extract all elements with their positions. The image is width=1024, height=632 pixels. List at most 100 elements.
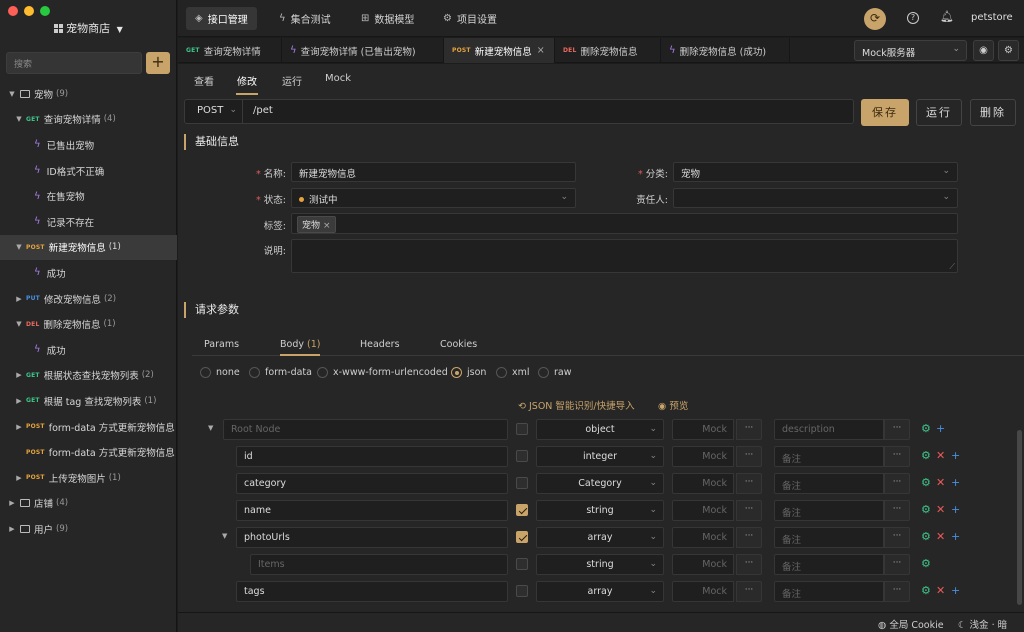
description-more-button[interactable]: ··· [884, 581, 910, 602]
name-input[interactable]: 新建宠物信息 [291, 162, 576, 182]
subtab-mock[interactable]: Mock [325, 73, 351, 84]
tab-headers[interactable]: Headers [360, 339, 400, 350]
global-cookie-button[interactable]: ◍ 全局 Cookie [878, 617, 944, 631]
tab-params[interactable]: Params [204, 339, 239, 350]
description-more-button[interactable]: ··· [884, 500, 910, 521]
close-tab-icon[interactable]: × [537, 45, 545, 56]
mock-more-button[interactable]: ··· [736, 500, 762, 521]
tab-get-pet-detail-sold[interactable]: ϟ 查询宠物详情 (已售出宠物) [282, 38, 444, 63]
mock-more-button[interactable]: ··· [736, 446, 762, 467]
type-select[interactable]: array ⌄ [536, 527, 664, 548]
type-select[interactable]: string ⌄ [536, 554, 664, 575]
radio-xml[interactable]: xml [496, 367, 530, 378]
tags-input[interactable]: 宠物 × [291, 213, 958, 234]
help-icon[interactable]: ? [907, 12, 919, 24]
type-select[interactable]: string ⌄ [536, 500, 664, 521]
description-input[interactable]: 备注 [774, 446, 884, 467]
tree-folder-stores[interactable]: ▶ 店铺 (4) [0, 491, 177, 517]
add-sibling-icon[interactable]: + [951, 476, 960, 490]
nav-data-model[interactable]: ⊞ 数据模型 [352, 7, 423, 30]
url-path-input[interactable]: /pet [253, 105, 273, 116]
description-input[interactable]: description [774, 419, 884, 440]
radio-raw[interactable]: raw [538, 367, 572, 378]
tree-api-item-selected[interactable]: ▼ POST 新建宠物信息 (1) [0, 234, 177, 261]
preview-link[interactable]: ◉ 预览 [658, 398, 688, 412]
description-more-button[interactable]: ··· [884, 473, 910, 494]
tree-case-item[interactable]: ϟ 在售宠物 [0, 183, 177, 209]
tab-delete-pet-success[interactable]: ϟ 删除宠物信息 (成功) [661, 38, 790, 63]
mock-more-button[interactable]: ··· [736, 527, 762, 548]
tree-api-item[interactable]: ▼ DEL 删除宠物信息 (1) [0, 311, 177, 337]
description-input[interactable]: 备注 [774, 500, 884, 521]
category-select[interactable]: 宠物 ⌄ [673, 162, 958, 182]
nav-api-management[interactable]: ◈ 接口管理 [186, 7, 257, 30]
type-select[interactable]: integer ⌄ [536, 446, 664, 467]
type-select[interactable]: object ⌄ [536, 419, 664, 440]
mock-input[interactable]: Mock [672, 554, 734, 575]
save-button[interactable]: 保存 [861, 99, 909, 126]
field-name-input[interactable]: id [236, 446, 508, 467]
project-switcher[interactable]: 宠物商店 ▼ [0, 20, 177, 36]
owner-select[interactable]: ⌄ [673, 188, 958, 208]
description-input[interactable]: 备注 [774, 554, 884, 575]
minimize-window-button[interactable] [24, 6, 34, 16]
sync-icon[interactable]: ⟳ [864, 8, 886, 30]
tree-folder-pets[interactable]: ▼ 宠物 (9) [0, 81, 177, 107]
add-sibling-icon[interactable]: + [951, 503, 960, 517]
delete-field-icon[interactable]: ✕ [936, 449, 945, 463]
add-child-icon[interactable]: + [936, 422, 945, 436]
description-more-button[interactable]: ··· [884, 554, 910, 575]
mock-input[interactable]: Mock [672, 581, 734, 602]
vertical-scrollbar[interactable] [1017, 430, 1022, 605]
remove-tag-icon[interactable]: × [323, 221, 331, 231]
tree-api-item[interactable]: ▶ POST form-data 方式更新宠物信息 [0, 414, 177, 440]
nav-collection-test[interactable]: ϟ 集合测试 [270, 7, 340, 30]
user-name[interactable]: petstore [971, 12, 1013, 23]
add-sibling-icon[interactable]: + [951, 530, 960, 544]
mock-more-button[interactable]: ··· [736, 554, 762, 575]
field-name-input[interactable]: photoUrls [236, 527, 508, 548]
delete-button[interactable]: 删除 [970, 99, 1016, 126]
tab-cookies[interactable]: Cookies [440, 339, 477, 350]
tree-api-item[interactable]: ▶ GET 根据 tag 查找宠物列表 (1) [0, 388, 177, 414]
description-textarea[interactable]: ⟋ [291, 239, 958, 273]
required-checkbox[interactable] [516, 423, 528, 435]
mock-input[interactable]: Mock [672, 500, 734, 521]
required-checkbox[interactable] [516, 477, 528, 489]
field-name-input[interactable]: category [236, 473, 508, 494]
description-more-button[interactable]: ··· [884, 527, 910, 548]
settings-icon[interactable]: ⚙ [921, 530, 931, 544]
eye-icon[interactable]: ◉ [973, 40, 994, 61]
tree-case-item[interactable]: ϟ 已售出宠物 [0, 132, 177, 158]
json-import-link[interactable]: ⟲ JSON 智能识别/快捷导入 [518, 398, 635, 412]
delete-field-icon[interactable]: ✕ [936, 503, 945, 517]
subtab-run[interactable]: 运行 [282, 73, 302, 88]
settings-icon[interactable]: ⚙ [921, 503, 931, 517]
required-checkbox[interactable] [516, 450, 528, 462]
theme-switch-button[interactable]: ☾ 浅金 · 暗 [958, 617, 1007, 631]
settings-icon[interactable]: ⚙ [921, 476, 931, 490]
radio-none[interactable]: none [200, 367, 240, 378]
mock-input[interactable]: Mock [672, 473, 734, 494]
required-checkbox[interactable] [516, 585, 528, 597]
tree-api-item[interactable]: POST form-data 方式更新宠物信息 [0, 439, 177, 465]
mock-more-button[interactable]: ··· [736, 473, 762, 494]
run-button[interactable]: 运行 [916, 99, 962, 126]
close-window-button[interactable] [8, 6, 18, 16]
subtab-view[interactable]: 查看 [194, 73, 214, 88]
type-select[interactable]: Category ⌄ [536, 473, 664, 494]
mock-input[interactable]: Mock [672, 527, 734, 548]
zoom-window-button[interactable] [40, 6, 50, 16]
description-input[interactable]: 备注 [774, 473, 884, 494]
add-sibling-icon[interactable]: + [951, 449, 960, 463]
tree-folder-users[interactable]: ▶ 用户 (9) [0, 516, 177, 542]
caret-down-icon[interactable]: ▼ [222, 532, 227, 540]
settings-icon[interactable]: ⚙ [921, 584, 931, 598]
tree-case-item[interactable]: ϟ 成功 [0, 337, 177, 363]
mock-more-button[interactable]: ··· [736, 419, 762, 440]
description-more-button[interactable]: ··· [884, 419, 910, 440]
tab-delete-pet[interactable]: DEL 删除宠物信息 [555, 38, 661, 63]
description-input[interactable]: 备注 [774, 527, 884, 548]
tree-api-item[interactable]: ▶ POST 上传宠物图片 (1) [0, 465, 177, 491]
tree-case-item[interactable]: ϟ 记录不存在 [0, 209, 177, 235]
